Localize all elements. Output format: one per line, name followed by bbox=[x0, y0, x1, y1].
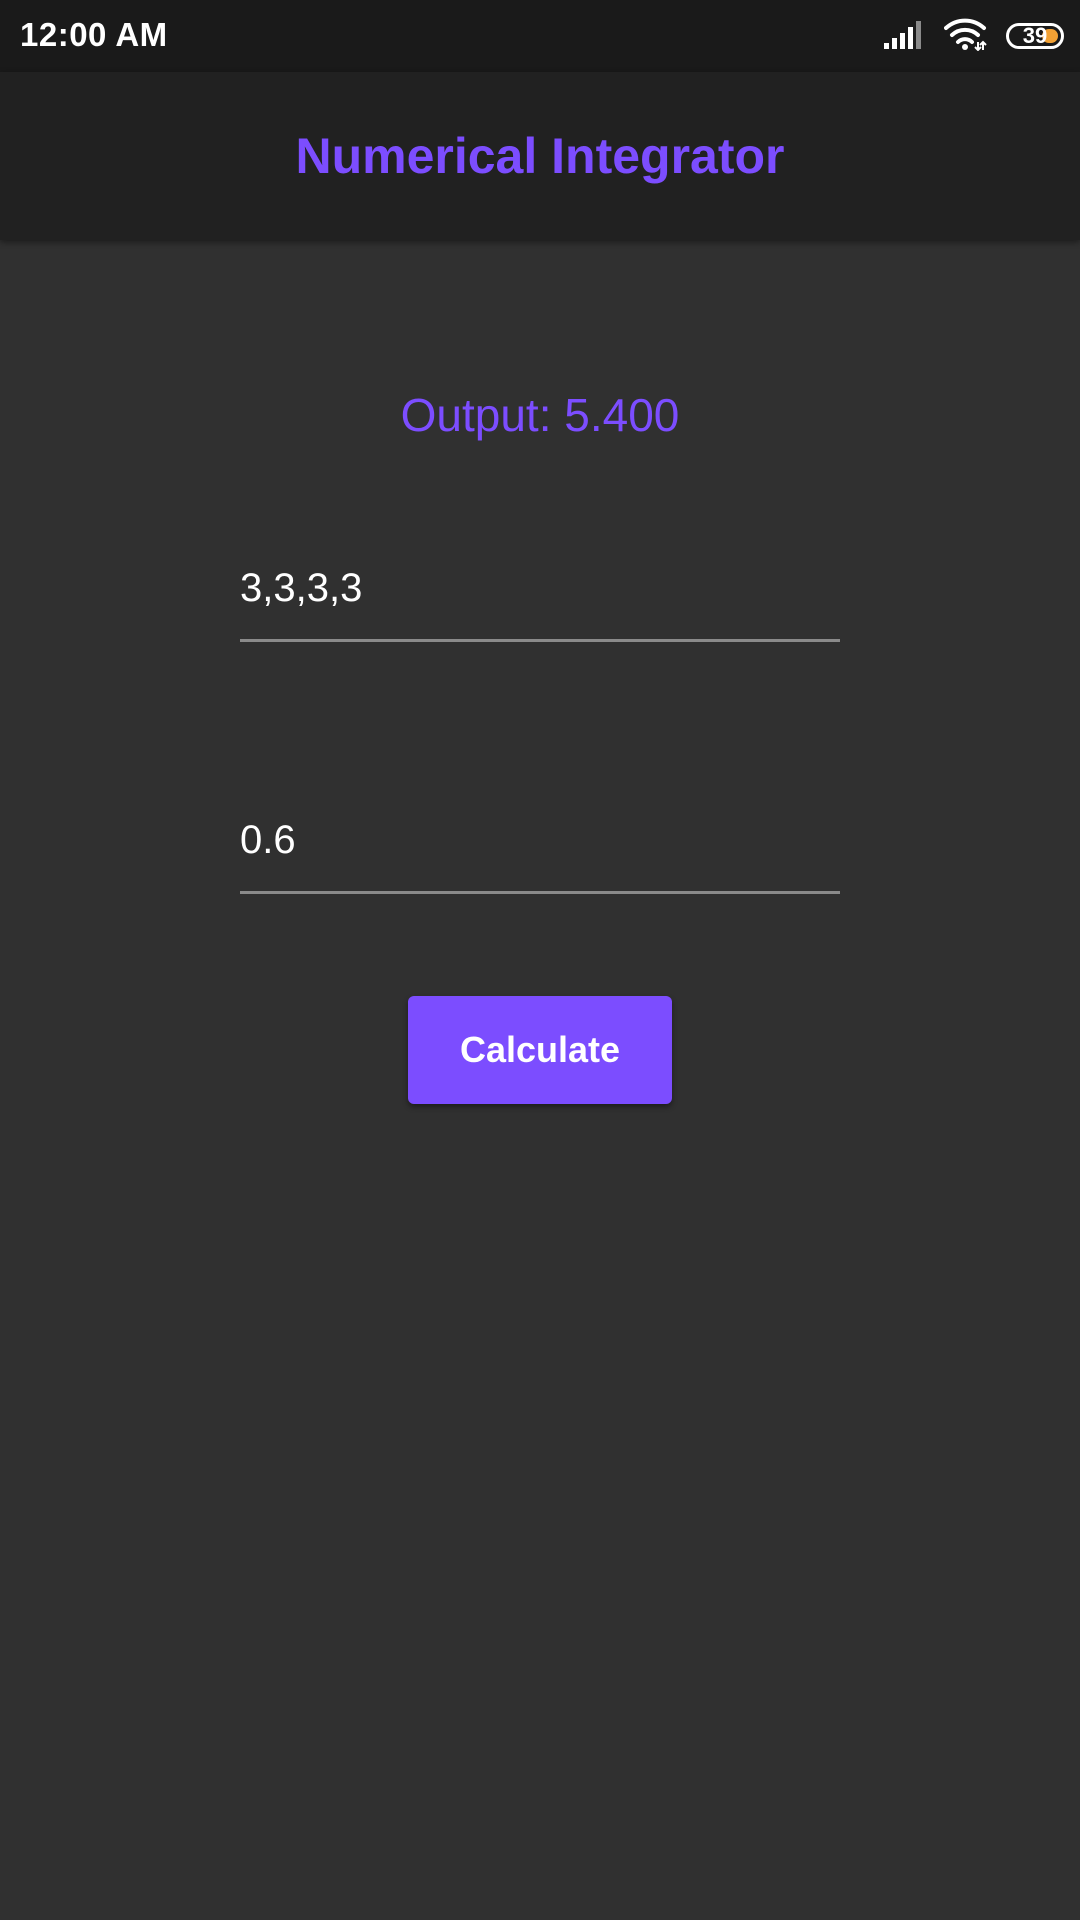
wifi-icon bbox=[944, 17, 988, 56]
app-title: Numerical Integrator bbox=[295, 128, 785, 184]
battery-icon: 39 bbox=[1006, 23, 1064, 49]
status-bar: 12:00 AM 39 bbox=[0, 0, 1080, 72]
battery-level: 39 bbox=[1022, 23, 1048, 48]
signal-icon bbox=[884, 19, 926, 54]
app-bar: Numerical Integrator bbox=[0, 72, 1080, 240]
status-time: 12:00 AM bbox=[20, 16, 168, 53]
calculate-button[interactable]: Calculate bbox=[408, 996, 672, 1104]
step-input-text[interactable]: 0.6 bbox=[240, 818, 296, 863]
output-label: Output: 5.400 bbox=[400, 389, 680, 441]
step-input[interactable]: 0.6 bbox=[240, 814, 840, 894]
values-input[interactable]: 3,3,3,3 bbox=[240, 562, 840, 642]
values-input-text[interactable]: 3,3,3,3 bbox=[240, 566, 362, 611]
status-icons: 39 bbox=[884, 18, 1064, 54]
